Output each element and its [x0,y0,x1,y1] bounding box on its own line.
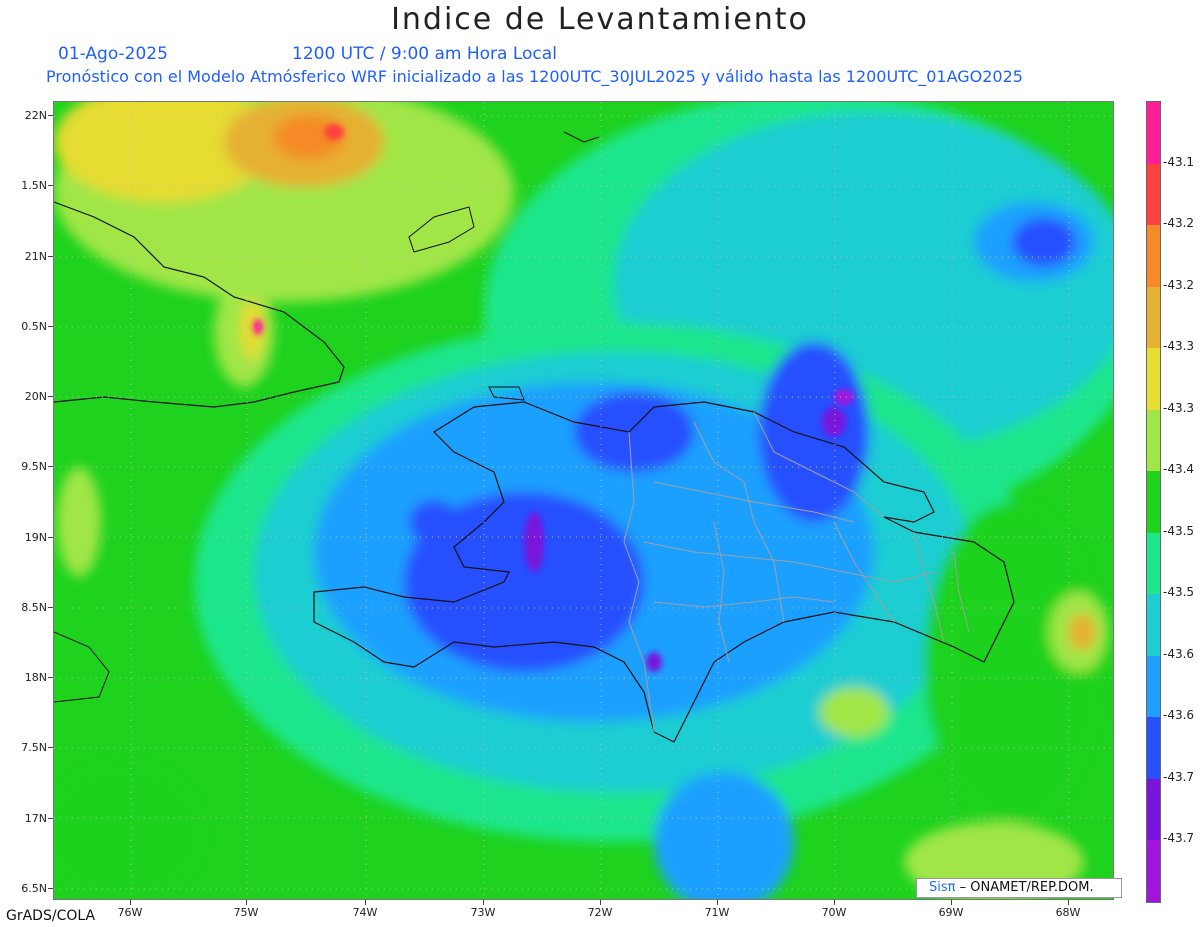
colorbar-segment [1147,840,1160,903]
colorbar-segment [1147,778,1160,841]
lon-label-68w: 68W [1055,906,1081,919]
lon-tick [600,900,601,905]
lat-tick [48,888,53,889]
colorbar-segment [1147,348,1160,411]
colorbar-label: -43.2 [1163,277,1195,292]
map-canvas [54,102,1113,899]
lon-label-71w: 71W [704,906,730,919]
lat-label-20n: 20N [24,390,47,403]
lon-label-70w: 70W [821,906,847,919]
lat-tick [48,677,53,678]
lat-label-19n: 19N [24,531,47,544]
lat-label-18n: 18N [24,671,47,684]
colorbar-segment [1147,655,1160,718]
colorbar-label: -43.6 [1163,646,1195,661]
lat-tick [48,607,53,608]
lon-tick [1068,900,1069,905]
colorbar-segment [1147,102,1160,164]
colorbar [1146,101,1161,903]
colorbar-label: -43.5 [1163,523,1195,538]
lat-label-21-5n: 1.5N [21,179,47,192]
onamet-credit-box: Sisπ – ONAMET/REP.DOM. [916,878,1122,898]
colorbar-segment [1147,717,1160,780]
colorbar-label: -43.5 [1163,585,1195,600]
lon-label-73w: 73W [470,906,496,919]
colorbar-label: -43.1 [1163,154,1195,169]
lat-label-21n: 21N [24,250,47,263]
lat-tick [48,537,53,538]
colorbar-segment [1147,532,1160,595]
lat-label-20-5n: 0.5N [21,320,47,333]
lat-tick [48,185,53,186]
lat-label-17-5n: 7.5N [21,741,47,754]
colorbar-label: -43.2 [1163,216,1195,231]
lon-tick [834,900,835,905]
lon-label-69w: 69W [938,906,964,919]
colorbar-segment [1147,286,1160,349]
colorbar-segment [1147,471,1160,534]
colorbar-label: -43.6 [1163,708,1195,723]
onamet-text: – ONAMET/REP.DOM. [955,880,1094,895]
lat-tick [48,256,53,257]
lon-tick [717,900,718,905]
lon-label-76w: 76W [117,906,143,919]
lon-tick [365,900,366,905]
lifted-index-map [53,101,1114,900]
lat-tick [48,466,53,467]
forecast-info: Pronóstico con el Modelo Atmósferico WRF… [46,67,1023,86]
colorbar-segment [1147,163,1160,226]
lon-tick [951,900,952,905]
map-title: Indice de Levantamiento [391,2,809,37]
lat-tick [48,115,53,116]
lat-label-16-5n: 6.5N [21,882,47,895]
lon-label-72w: 72W [587,906,613,919]
lat-tick [48,326,53,327]
colorbar-segment [1147,594,1160,657]
lat-tick [48,396,53,397]
forecast-date: 01-Ago-2025 [58,44,168,64]
lon-tick [483,900,484,905]
lat-label-18-5n: 8.5N [21,601,47,614]
lat-label-19-5n: 9.5N [21,460,47,473]
colorbar-label: -43.4 [1163,462,1195,477]
lon-label-74w: 74W [352,906,378,919]
lon-tick [130,900,131,905]
grads-credit: GrADS/COLA [6,908,96,924]
lat-label-22n: 22N [24,109,47,122]
lat-tick [48,818,53,819]
colorbar-segment [1147,409,1160,472]
colorbar-label: -43.3 [1163,400,1195,415]
colorbar-label: -43.7 [1163,769,1195,784]
sispi-logo-text: Sisπ [929,880,956,895]
lon-tick [246,900,247,905]
lat-label-17n: 17N [24,812,47,825]
colorbar-segment [1147,225,1160,288]
colorbar-label: -43.3 [1163,339,1195,354]
forecast-time: 1200 UTC / 9:00 am Hora Local [292,44,557,64]
lat-tick [48,747,53,748]
colorbar-label: -43.7 [1163,831,1195,846]
lon-label-75w: 75W [233,906,259,919]
